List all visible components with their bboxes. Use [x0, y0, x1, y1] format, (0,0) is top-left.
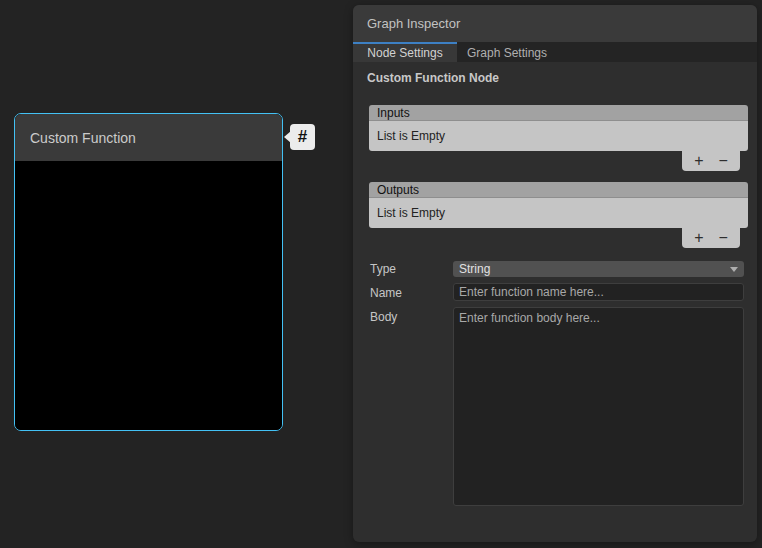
inspector-tab-bar: Node Settings Graph Settings [353, 42, 757, 62]
outputs-list-empty-row: List is Empty [369, 198, 748, 228]
type-dropdown[interactable]: String [453, 261, 744, 277]
hash-icon: # [298, 127, 307, 147]
graph-inspector-panel: Graph Inspector Node Settings Graph Sett… [353, 5, 757, 542]
add-input-button[interactable]: + [694, 153, 703, 169]
outputs-list-header: Outputs [369, 182, 748, 198]
inputs-list: Inputs List is Empty + − [369, 105, 748, 151]
node-title-bar[interactable]: Custom Function [15, 114, 282, 161]
inspector-header[interactable]: Graph Inspector [353, 5, 757, 42]
body-label: Body [370, 310, 397, 324]
node-title: Custom Function [30, 130, 136, 146]
custom-function-node[interactable]: Custom Function [14, 113, 283, 431]
tab-graph-settings[interactable]: Graph Settings [457, 42, 557, 62]
inputs-list-footer: + − [682, 151, 740, 171]
node-preview [15, 161, 282, 431]
inputs-list-header: Inputs [369, 105, 748, 121]
type-label: Type [370, 262, 396, 276]
inputs-list-empty-row: List is Empty [369, 121, 748, 151]
function-name-input[interactable] [453, 283, 744, 301]
remove-output-button[interactable]: − [719, 230, 728, 246]
inspector-title: Graph Inspector [367, 16, 460, 31]
tab-node-settings[interactable]: Node Settings [353, 42, 457, 62]
outputs-list-footer: + − [682, 228, 740, 248]
type-dropdown-value: String [459, 262, 490, 276]
chevron-down-icon [730, 267, 738, 272]
add-output-button[interactable]: + [694, 230, 703, 246]
remove-input-button[interactable]: − [719, 153, 728, 169]
function-body-textarea[interactable] [453, 307, 744, 506]
name-label: Name [370, 286, 402, 300]
section-title: Custom Function Node [367, 71, 499, 85]
preview-toggle-badge[interactable]: # [290, 124, 315, 150]
outputs-list: Outputs List is Empty + − [369, 182, 748, 228]
